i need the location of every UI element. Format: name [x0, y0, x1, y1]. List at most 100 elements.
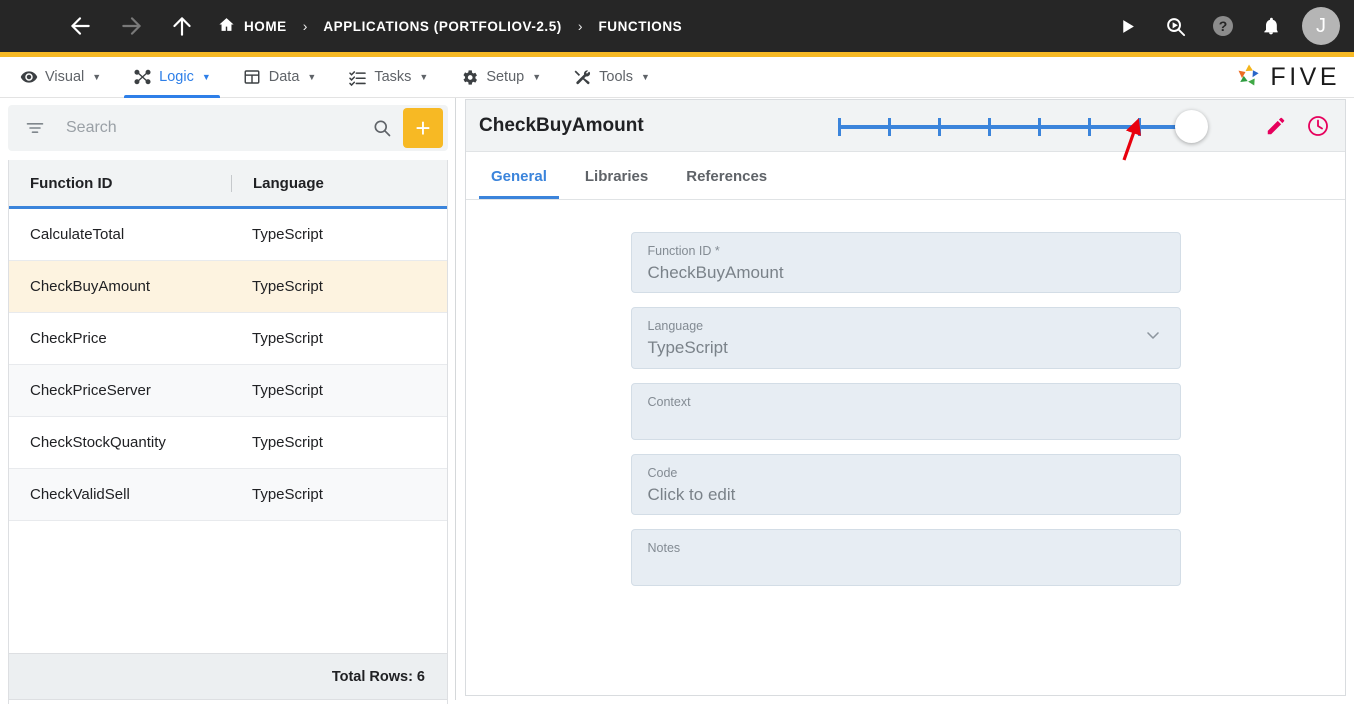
- user-avatar[interactable]: J: [1302, 7, 1340, 45]
- menu-label-logic: Logic: [159, 69, 194, 85]
- chevron-down-icon: ▼: [532, 71, 542, 82]
- notifications-bell-icon[interactable]: [1250, 5, 1292, 47]
- column-header-language[interactable]: Language: [232, 175, 324, 192]
- cell-function-id: CheckBuyAmount: [30, 278, 151, 295]
- topbar-actions: ? J: [1106, 0, 1340, 52]
- filter-icon[interactable]: [24, 117, 46, 139]
- breadcrumb-separator-2: ›: [577, 18, 583, 34]
- slider-tick: [988, 118, 991, 136]
- slider-tick: [1088, 118, 1091, 136]
- eye-icon: [19, 68, 38, 87]
- active-tab-underline: [479, 196, 559, 199]
- cell-language: TypeScript: [252, 278, 323, 295]
- five-pinwheel-icon: [1235, 61, 1263, 94]
- module-menu-bar: Visual ▼ Logic ▼ Data ▼ Tasks ▼ Setup ▼ …: [0, 57, 1354, 98]
- field-value-language: TypeScript: [647, 338, 728, 358]
- field-label-context: Context: [647, 394, 691, 409]
- breadcrumb-item-applications[interactable]: APPLICATIONS (PORTFOLIOV-2.5): [323, 19, 561, 34]
- menu-item-visual[interactable]: Visual ▼: [6, 57, 114, 98]
- menu-item-tools[interactable]: Tools ▼: [560, 57, 663, 98]
- tab-label-references: References: [686, 167, 768, 185]
- table-row[interactable]: CheckPriceServer TypeScript: [9, 365, 447, 417]
- menu-item-logic[interactable]: Logic ▼: [120, 57, 224, 98]
- field-notes[interactable]: Notes: [630, 528, 1181, 586]
- search-run-icon[interactable]: [1154, 5, 1196, 47]
- tab-references[interactable]: References: [674, 153, 779, 199]
- up-arrow-icon[interactable]: [162, 6, 202, 46]
- field-function-id[interactable]: Function ID * CheckBuyAmount: [630, 232, 1181, 294]
- run-icon[interactable]: [1106, 5, 1148, 47]
- field-value-code: Click to edit: [647, 484, 736, 504]
- tab-label-libraries: Libraries: [584, 167, 649, 185]
- table-row[interactable]: CalculateTotal TypeScript: [9, 209, 447, 261]
- tools-icon: [573, 68, 592, 87]
- search-input[interactable]: [66, 119, 367, 137]
- chevron-down-icon: ▼: [641, 71, 650, 82]
- field-language[interactable]: Language TypeScript: [630, 307, 1181, 369]
- breadcrumb-item-home[interactable]: HOME: [218, 16, 287, 36]
- back-arrow-icon[interactable]: [60, 6, 100, 46]
- menu-label-data: Data: [268, 69, 300, 85]
- chevron-down-icon: ▼: [307, 71, 317, 82]
- slider-tick: [1138, 118, 1141, 136]
- table-footer-total-rows: Total Rows: 6: [8, 653, 448, 700]
- field-label-notes: Notes: [647, 540, 681, 555]
- forward-arrow-icon[interactable]: [112, 6, 152, 46]
- chevron-down-icon: ▼: [419, 71, 429, 82]
- table-row[interactable]: CheckPrice TypeScript: [9, 313, 447, 365]
- app-root: HOME › APPLICATIONS (PORTFOLIOV-2.5) › F…: [0, 0, 1354, 704]
- detail-tabs: General Libraries References: [466, 152, 1345, 200]
- chevron-down-icon: ▼: [92, 71, 102, 82]
- tab-general[interactable]: General: [479, 153, 559, 199]
- search-icon[interactable]: [367, 113, 397, 143]
- cell-language: TypeScript: [252, 434, 323, 451]
- slider-tick: [838, 118, 841, 136]
- cell-language: TypeScript: [252, 330, 323, 347]
- slider-tick: [888, 118, 891, 136]
- grid-icon: [243, 68, 262, 87]
- tab-libraries[interactable]: Libraries: [573, 153, 660, 199]
- column-header-function-id[interactable]: Function ID: [9, 175, 231, 192]
- chevron-down-icon[interactable]: [1143, 325, 1163, 350]
- menu-item-tasks[interactable]: Tasks ▼: [335, 57, 441, 98]
- breadcrumb-separator-1: ›: [302, 18, 308, 34]
- table-row[interactable]: CheckBuyAmount TypeScript: [9, 261, 447, 313]
- search-bar: +: [8, 105, 448, 151]
- table-header-row: Function ID Language: [9, 160, 447, 209]
- page-title: CheckBuyAmount: [479, 114, 644, 136]
- brand-name: FIVE: [1270, 63, 1340, 91]
- checklist-icon: [348, 68, 367, 87]
- cell-function-id: CheckPriceServer: [30, 382, 151, 399]
- detail-header-actions: [1262, 100, 1332, 152]
- field-label-function-id: Function ID *: [647, 244, 720, 258]
- progress-slider[interactable]: [838, 110, 1218, 143]
- add-function-button[interactable]: +: [403, 108, 443, 148]
- history-clock-icon[interactable]: [1304, 112, 1332, 140]
- general-form: Function ID * CheckBuyAmount Language Ty…: [466, 200, 1345, 586]
- menu-item-setup[interactable]: Setup ▼: [447, 57, 554, 98]
- edit-pencil-icon[interactable]: [1262, 112, 1290, 140]
- hamburger-menu-icon[interactable]: [22, 17, 48, 35]
- field-context[interactable]: Context: [630, 382, 1181, 440]
- slider-handle[interactable]: [1175, 110, 1208, 143]
- menu-item-data[interactable]: Data ▼: [230, 57, 330, 98]
- top-navigation-bar: HOME › APPLICATIONS (PORTFOLIOV-2.5) › F…: [0, 0, 1354, 52]
- menu-label-setup: Setup: [486, 69, 525, 85]
- nodes-icon: [133, 68, 152, 87]
- help-icon[interactable]: ?: [1202, 5, 1244, 47]
- functions-list-panel: + Function ID Language CalculateTotal Ty…: [0, 98, 456, 704]
- table-row[interactable]: CheckStockQuantity TypeScript: [9, 417, 447, 469]
- cell-function-id: CheckPrice: [30, 330, 107, 347]
- function-detail-panel: CheckBuyAmount General Libraries Referen…: [465, 99, 1346, 696]
- tab-label-general: General: [491, 167, 547, 185]
- breadcrumb-label-functions: FUNCTIONS: [598, 18, 683, 34]
- slider-tick: [1038, 118, 1041, 136]
- field-label-language: Language: [647, 319, 704, 334]
- cell-language: TypeScript: [252, 486, 323, 503]
- field-code[interactable]: Code Click to edit: [630, 453, 1181, 515]
- home-icon: [218, 16, 235, 36]
- cell-language: TypeScript: [252, 226, 323, 243]
- table-row[interactable]: CheckValidSell TypeScript: [9, 469, 447, 521]
- breadcrumb-item-functions[interactable]: FUNCTIONS: [599, 19, 683, 34]
- gear-icon: [460, 68, 479, 87]
